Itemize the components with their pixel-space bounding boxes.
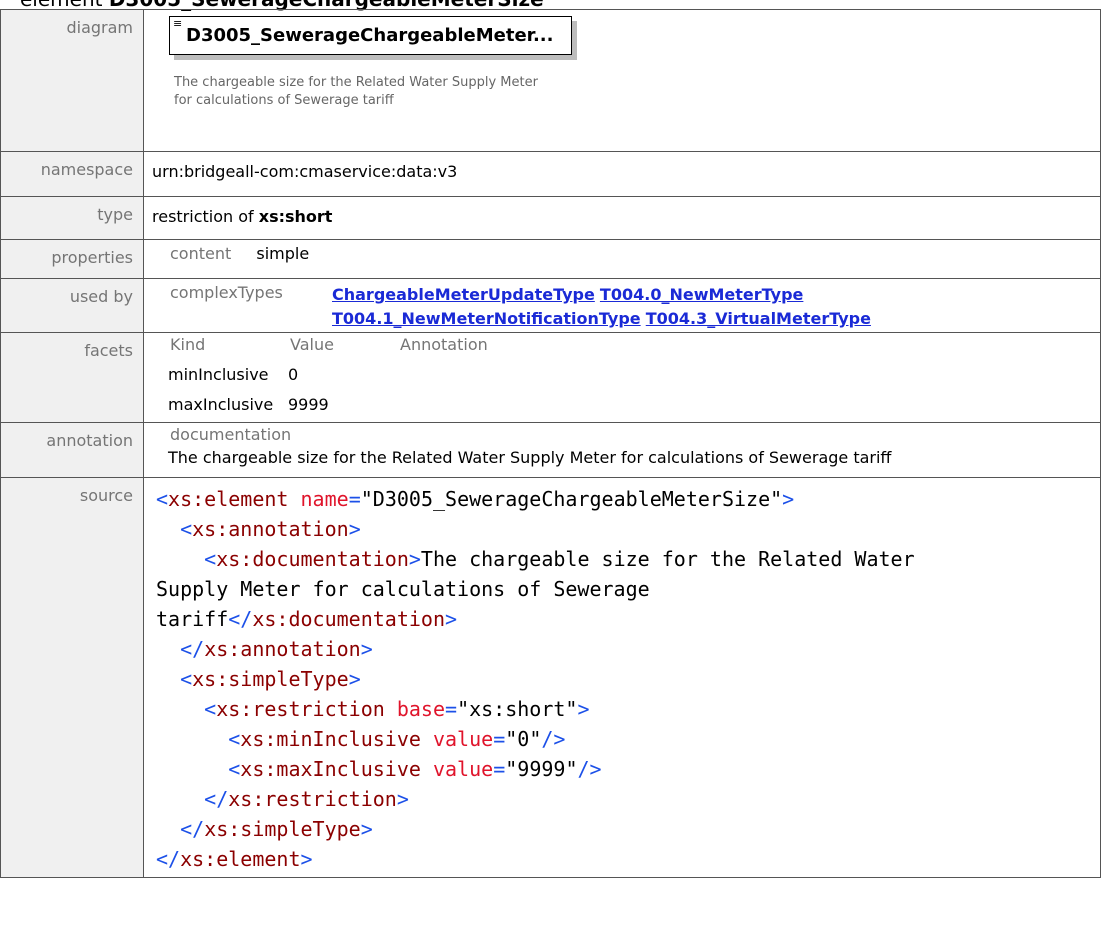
source-cell: <xs:element name="D3005_SewerageChargeab… bbox=[143, 477, 1101, 878]
facets-value: Kind Value Annotation minInclusive 0 max… bbox=[143, 332, 1101, 423]
used-by-links: ChargeableMeterUpdateType T004.0_NewMete… bbox=[332, 283, 871, 331]
used-by-links-line-1: ChargeableMeterUpdateType T004.0_NewMete… bbox=[332, 283, 871, 307]
facets-header-value: Value bbox=[290, 335, 334, 354]
row-label-source: source bbox=[0, 477, 144, 878]
diagram-description: The chargeable size for the Related Wate… bbox=[174, 75, 538, 108]
diagram-element-name: D3005_SewerageChargeableMeter... bbox=[186, 25, 554, 46]
row-used-by: used by complexTypes ChargeableMeterUpda… bbox=[0, 278, 1101, 333]
properties-value: content simple bbox=[143, 239, 1101, 279]
row-source: source <xs:element name="D3005_SewerageC… bbox=[0, 477, 1101, 878]
link-t004-3-virtual-meter-type[interactable]: T004.3_VirtualMeterType bbox=[646, 309, 871, 328]
facets-header-annotation: Annotation bbox=[400, 335, 488, 354]
properties-content-value: simple bbox=[256, 244, 310, 263]
row-label-diagram: diagram bbox=[0, 9, 144, 152]
element-glyph-icon: ≡ bbox=[173, 17, 183, 30]
row-diagram: diagram ≡ D3005_SewerageChargeableMeter.… bbox=[0, 9, 1101, 152]
element-diagram-box[interactable]: ≡ D3005_SewerageChargeableMeter... bbox=[169, 16, 577, 60]
type-value: restriction of xs:short bbox=[143, 196, 1101, 240]
type-prefix: restriction of bbox=[152, 207, 259, 226]
row-namespace: namespace urn:bridgeall-com:cmaservice:d… bbox=[0, 151, 1101, 197]
facets-rows: minInclusive 0 maxInclusive 9999 bbox=[168, 360, 1100, 420]
diagram-cell: ≡ D3005_SewerageChargeableMeter... The c… bbox=[143, 9, 1101, 152]
diagram-element-node[interactable]: ≡ D3005_SewerageChargeableMeter... bbox=[169, 16, 572, 55]
namespace-value: urn:bridgeall-com:cmaservice:data:v3 bbox=[143, 151, 1101, 197]
used-by-links-line-2: T004.1_NewMeterNotificationType T004.3_V… bbox=[332, 307, 871, 331]
annotation-text: The chargeable size for the Related Wate… bbox=[168, 448, 892, 467]
row-properties: properties content simple bbox=[0, 239, 1101, 279]
used-by-value: complexTypes ChargeableMeterUpdateType T… bbox=[143, 278, 1101, 333]
facets-grid: Kind Value Annotation bbox=[170, 335, 1100, 354]
row-label-facets: facets bbox=[0, 332, 144, 423]
row-facets: facets Kind Value Annotation minInclusiv… bbox=[0, 332, 1101, 423]
row-label-annotation: annotation bbox=[0, 422, 144, 478]
facet-value-min: 0 bbox=[288, 365, 299, 384]
annotation-value: documentation The chargeable size for th… bbox=[143, 422, 1101, 478]
row-type: type restriction of xs:short bbox=[0, 196, 1101, 240]
link-chargeable-meter-update-type[interactable]: ChargeableMeterUpdateType bbox=[332, 285, 595, 304]
used-by-key: complexTypes bbox=[170, 283, 283, 302]
row-label-namespace: namespace bbox=[0, 151, 144, 197]
row-label-type: type bbox=[0, 196, 144, 240]
row-label-properties: properties bbox=[0, 239, 144, 279]
link-t004-1-new-meter-notification-type[interactable]: T004.1_NewMeterNotificationType bbox=[332, 309, 641, 328]
facets-header-kind: Kind bbox=[170, 335, 206, 354]
element-doc-table: diagram ≡ D3005_SewerageChargeableMeter.… bbox=[0, 9, 1101, 878]
annotation-key: documentation bbox=[170, 425, 292, 444]
type-base: xs:short bbox=[258, 207, 333, 226]
row-label-used-by: used by bbox=[0, 278, 144, 333]
properties-key: content bbox=[170, 244, 232, 263]
facet-kind-max: maxInclusive bbox=[168, 395, 274, 414]
row-annotation: annotation documentation The chargeable … bbox=[0, 422, 1101, 478]
source-code: <xs:element name="D3005_SewerageChargeab… bbox=[156, 487, 915, 871]
link-t004-0-new-meter-type[interactable]: T004.0_NewMeterType bbox=[600, 285, 803, 304]
facet-annotation-min bbox=[398, 360, 538, 390]
facet-value-max: 9999 bbox=[288, 395, 329, 414]
facet-annotation-max bbox=[398, 390, 538, 420]
facet-kind-min: minInclusive bbox=[168, 365, 269, 384]
